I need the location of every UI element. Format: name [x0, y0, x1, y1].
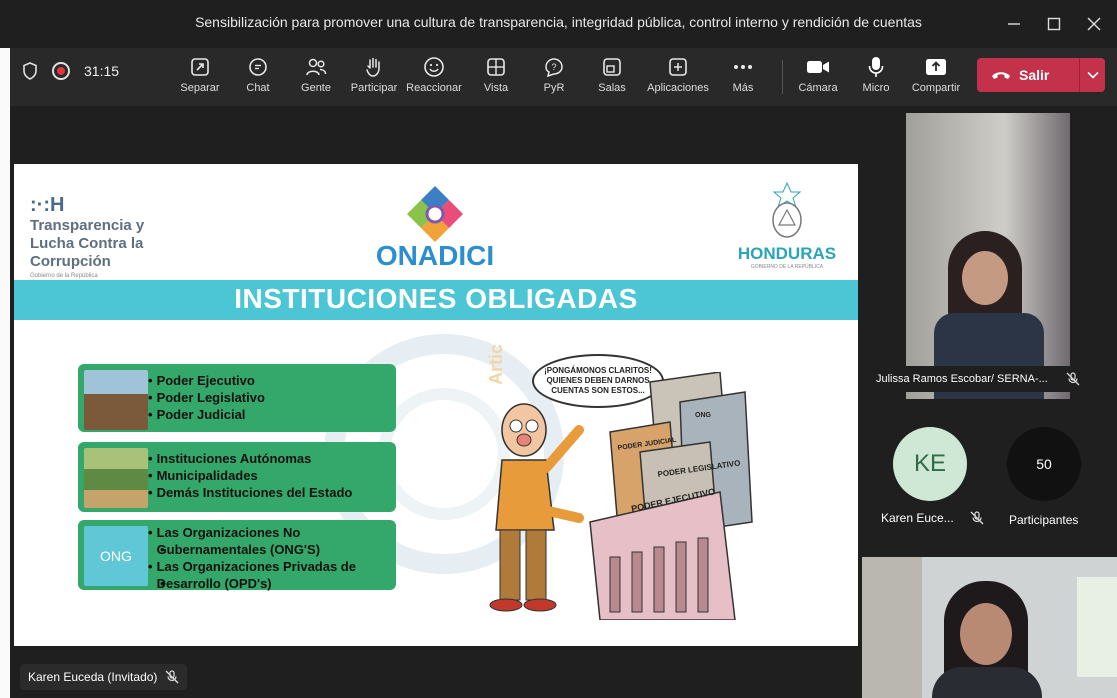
chat-button[interactable]: Chat — [228, 54, 288, 94]
honduras-logo: HONDURAS GOBIERNO DE LA REPÚBLICA — [732, 180, 842, 270]
vista-button[interactable]: Vista — [466, 54, 526, 94]
onadici-diamond-icon — [407, 186, 463, 242]
salas-button[interactable]: Salas — [582, 54, 642, 94]
gente-button[interactable]: Gente — [286, 54, 346, 94]
svg-text:?: ? — [551, 62, 556, 72]
tlc-logo-mark: :·:H — [30, 194, 65, 216]
leave-button[interactable]: Salir — [977, 58, 1105, 92]
participant-name-chip-karen: Karen Euce... — [881, 511, 984, 525]
title-bar: Sensibilización para promover una cultur… — [0, 0, 1117, 48]
mas-button[interactable]: Más — [713, 54, 773, 94]
leave-options-dropdown[interactable] — [1080, 71, 1105, 79]
recording-indicator-icon — [52, 62, 70, 80]
minimize-button[interactable] — [994, 8, 1034, 40]
separar-button[interactable]: Separar — [170, 54, 230, 94]
mic-off-icon — [165, 670, 179, 684]
toolbar-separator — [782, 60, 783, 94]
mic-off-icon — [1066, 372, 1080, 386]
smiley-icon — [424, 57, 444, 77]
raise-hand-icon — [366, 57, 380, 77]
shield-icon[interactable] — [22, 62, 38, 80]
honduras-coat-of-arms-icon — [772, 181, 802, 238]
phone-hangup-icon — [992, 72, 1010, 79]
municipal-photo — [84, 448, 148, 508]
background-window-strip — [0, 0, 10, 698]
poderes-box: Poder Ejecutivo Poder Legislativo Poder … — [78, 364, 396, 432]
share-icon — [926, 59, 946, 75]
comic-buildings-illustration: PODER EJECUTIVO PODER LEGISLATIVO PODER … — [589, 372, 753, 620]
onadici-logo: ONADICI — [370, 184, 500, 272]
close-window-button[interactable] — [1074, 8, 1114, 40]
maximize-icon — [1047, 17, 1061, 31]
more-icon — [734, 65, 752, 69]
avatar[interactable]: KE — [893, 427, 967, 501]
instituciones-box: Instituciones Autónomas Municipalidades … — [78, 442, 396, 512]
mic-icon — [868, 57, 884, 77]
ong-logo: ONG — [84, 526, 148, 586]
shared-slide: Artic :·:H Transparencia y Lucha Contra … — [14, 164, 858, 646]
pyr-button[interactable]: ? PyR — [524, 54, 584, 94]
comic-man-illustration — [489, 403, 584, 612]
rooms-icon — [603, 58, 621, 76]
qa-icon: ? — [545, 58, 563, 78]
grid-view-icon — [487, 58, 505, 76]
mic-off-icon — [970, 511, 984, 525]
plus-square-icon — [669, 58, 687, 76]
video-tile-julissa[interactable] — [906, 113, 1070, 399]
meeting-toolbar: 31:15 Separar Chat Gente Participar Reac… — [10, 48, 1117, 106]
aplicaciones-button[interactable]: Aplicaciones — [647, 54, 709, 94]
close-icon — [1087, 17, 1101, 31]
participant-count-label: Participantes — [1009, 513, 1079, 527]
reaccionar-button[interactable]: Reaccionar — [404, 54, 464, 94]
meeting-timer: 31:15 — [84, 63, 120, 79]
micro-button[interactable]: Micro — [846, 54, 906, 94]
video-tile-presenter[interactable] — [862, 557, 1117, 698]
organizaciones-box: ONG Las Organizaciones No Gubernamentale… — [78, 520, 396, 591]
maximize-button[interactable] — [1034, 8, 1074, 40]
slide-title: INSTITUCIONES OBLIGADAS — [234, 283, 638, 314]
building-photo — [84, 370, 148, 430]
window-title: Sensibilización para promover una cultur… — [195, 14, 922, 30]
people-icon — [306, 58, 327, 76]
participant-name-chip-julissa: Julissa Ramos Escobar/ SERNA-... — [870, 366, 1094, 392]
leave-label: Salir — [1019, 67, 1050, 83]
chat-icon — [249, 58, 267, 76]
watermark-text: Artic — [486, 343, 507, 386]
presenter-name: Karen Euceda (Invitado) — [28, 670, 158, 684]
ong-building-label: ONG — [695, 412, 712, 419]
minimize-icon — [1008, 23, 1020, 25]
camara-button[interactable]: Cámara — [788, 54, 848, 94]
compartir-button[interactable]: Compartir — [906, 54, 966, 94]
presenter-name-chip: Karen Euceda (Invitado) — [20, 664, 188, 690]
camera-icon — [807, 61, 829, 73]
tlc-logo: :·:H Transparencia y Lucha Contra la Cor… — [30, 194, 145, 279]
chevron-down-icon — [1086, 71, 1099, 79]
pop-out-icon — [191, 58, 209, 76]
participant-count-button[interactable]: 50 — [1007, 427, 1081, 501]
participar-button[interactable]: Participar — [344, 54, 404, 94]
